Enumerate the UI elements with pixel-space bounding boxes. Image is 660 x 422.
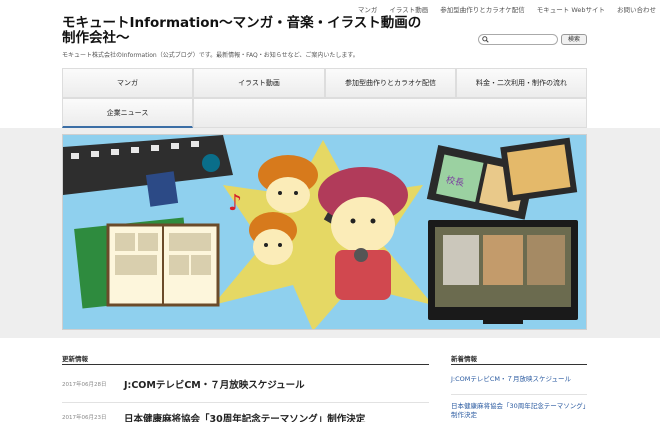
sidebar-divider (451, 364, 587, 365)
search-icon (482, 36, 489, 43)
nav-item-manga[interactable]: マンガ (62, 68, 193, 98)
top-link-illust-video[interactable]: イラスト動画 (389, 4, 428, 14)
hero-banner[interactable]: ♪ 校長 (62, 134, 587, 330)
top-links: マンガ イラスト動画 参加型曲作りとカラオケ配信 モキュート Webサイト お問… (358, 4, 656, 14)
svg-text:♪: ♪ (228, 191, 242, 216)
top-link-website[interactable]: モキュート Webサイト (537, 4, 605, 14)
search-button[interactable]: 検索 (561, 34, 587, 45)
nav-item-empty (193, 98, 587, 128)
top-link-manga[interactable]: マンガ (358, 4, 378, 14)
news-title[interactable]: 日本健康麻将協会「30周年記念テーマソング」制作決定 (124, 411, 365, 422)
news-item[interactable]: 2017年06月28日 J:COMテレビCM・７月放映スケジュール (62, 370, 429, 403)
site-header: モキュートInformation～マンガ・音楽・イラスト動画の制作会社～ モキュ… (0, 0, 660, 68)
news-heading: 更新情報 (62, 355, 88, 363)
news-item[interactable]: 2017年06月23日 日本健康麻将協会「30周年記念テーマソング」制作決定 (62, 404, 429, 422)
news-divider (62, 364, 429, 365)
nav-item-corporate-news[interactable]: 企業ニュース (62, 98, 193, 128)
site-title[interactable]: モキュートInformation～マンガ・音楽・イラスト動画の制作会社～ (62, 16, 422, 46)
sidebar-separator (451, 394, 587, 395)
hero-illustration: ♪ 校長 (63, 135, 586, 329)
news-title[interactable]: J:COMテレビCM・７月放映スケジュール (124, 377, 305, 391)
nav-item-pricing[interactable]: 料金・二次利用・制作の流れ (456, 68, 587, 98)
news-date: 2017年06月23日 (62, 415, 107, 421)
sidebar-link[interactable]: J:COMテレビCM・７月放映スケジュール (451, 375, 587, 384)
nav-item-song-karaoke[interactable]: 参加型曲作りとカラオケ配信 (325, 68, 456, 98)
news-separator (62, 402, 429, 403)
sidebar-link[interactable]: 日本健康麻将協会「30周年記念テーマソング」制作決定 (451, 402, 587, 420)
global-nav: マンガ イラスト動画 参加型曲作りとカラオケ配信 料金・二次利用・制作の流れ 企… (62, 68, 587, 128)
sidebar-heading: 新着情報 (451, 355, 477, 363)
nav-item-illust-video[interactable]: イラスト動画 (193, 68, 325, 98)
top-link-contact[interactable]: お問い合わせ (617, 4, 656, 14)
site-description: モキュート株式会社のInformation（公式ブログ）です。最新情報・FAQ・… (62, 52, 359, 59)
top-link-song-karaoke[interactable]: 参加型曲作りとカラオケ配信 (440, 4, 525, 14)
search-input[interactable] (478, 34, 558, 45)
news-date: 2017年06月28日 (62, 382, 107, 388)
